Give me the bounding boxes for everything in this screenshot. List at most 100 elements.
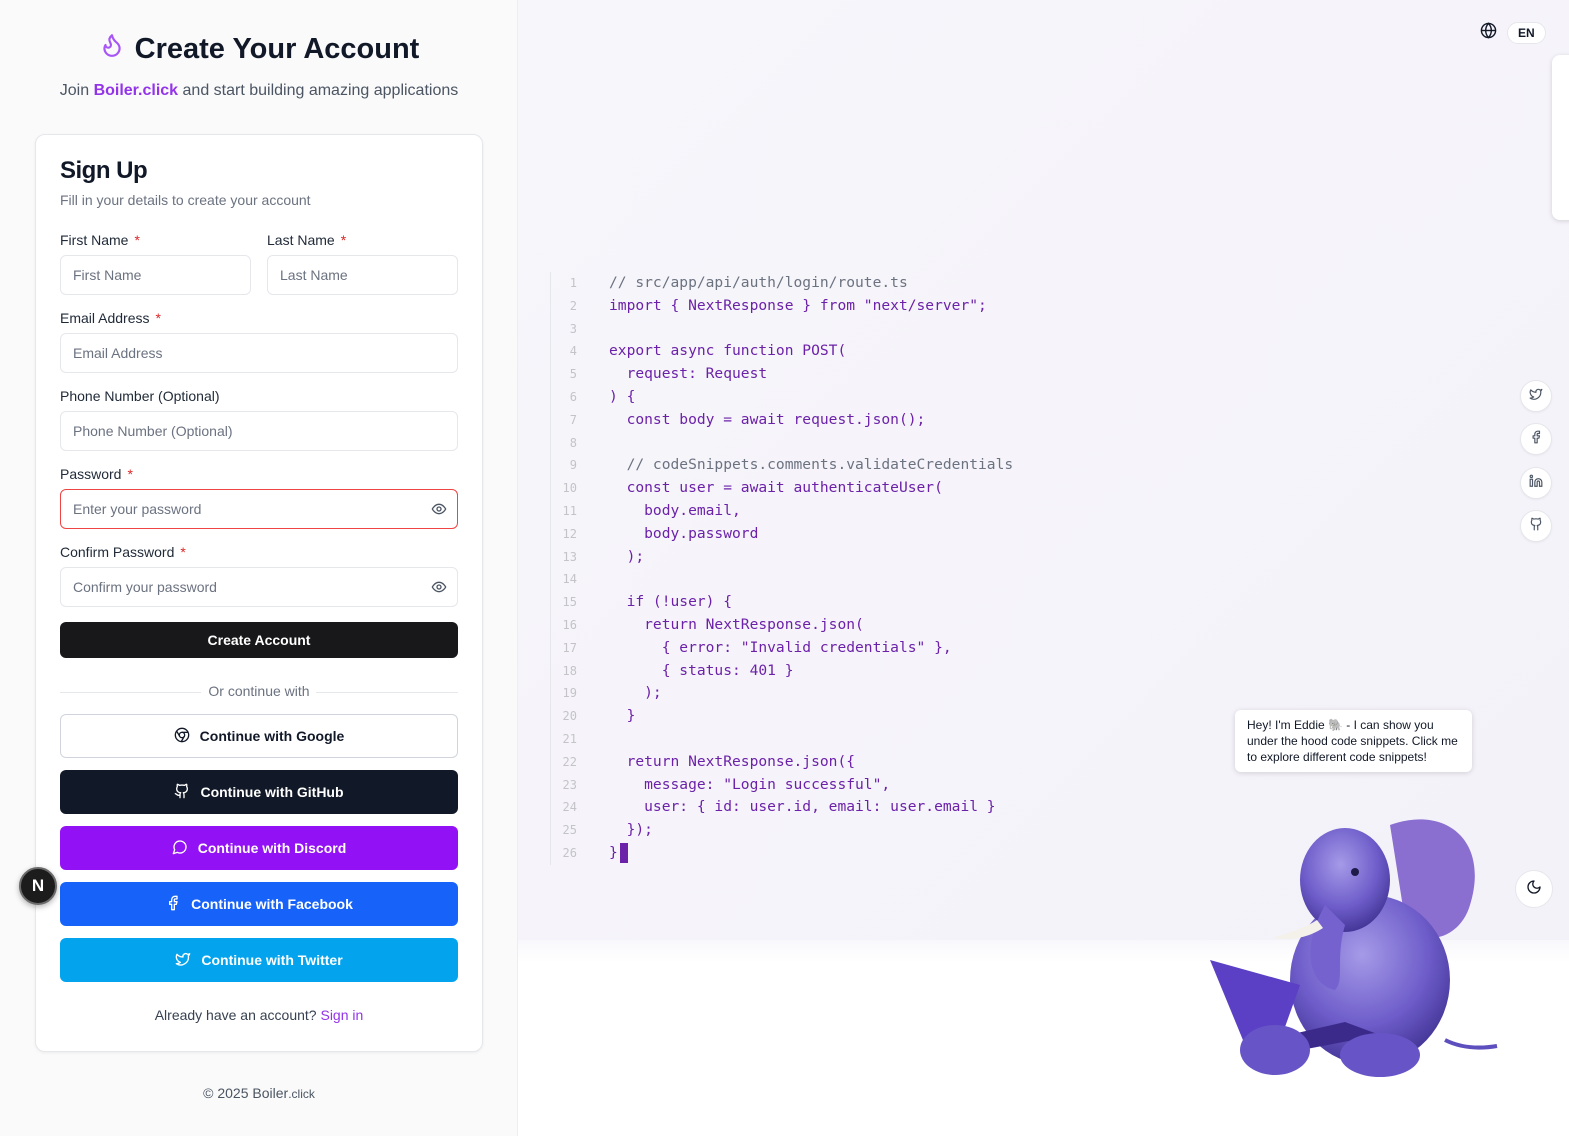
card-title: Sign Up — [60, 157, 148, 184]
github-link-button[interactable] — [1520, 510, 1552, 542]
globe-icon[interactable] — [1480, 22, 1497, 44]
code-text: body.password — [609, 524, 759, 542]
flame-icon — [99, 30, 125, 68]
code-text: } — [609, 843, 618, 861]
line-number: 8 — [569, 435, 577, 450]
code-text: // codeSnippets.comments.validateCredent… — [609, 456, 1014, 474]
language-button[interactable]: EN — [1507, 22, 1546, 44]
code-line: 6) { — [551, 386, 1013, 409]
line-number: 13 — [562, 549, 577, 564]
code-line: 21 — [551, 728, 1013, 751]
line-number: 19 — [562, 686, 577, 701]
card-description: Fill in your details to create your acco… — [60, 192, 311, 208]
code-text: user: { id: user.id, email: user.email } — [609, 798, 996, 816]
signin-prompt: Already have an account? Sign in — [36, 1007, 482, 1023]
page-title: Create Your Account — [0, 30, 518, 68]
code-text: ); — [609, 684, 662, 702]
linkedin-share-button[interactable] — [1520, 467, 1552, 499]
code-line: 16 return NextResponse.json( — [551, 614, 1013, 637]
code-line: 4 export async function POST( — [551, 340, 1013, 363]
code-line: 23 message: "Login successful", — [551, 774, 1013, 797]
code-text: if (!user) { — [609, 593, 733, 611]
twitter-share-button[interactable] — [1520, 380, 1552, 412]
line-number: 2 — [569, 298, 577, 313]
elephant-mascot[interactable] — [1205, 810, 1505, 1085]
facebook-label: Continue with Facebook — [191, 896, 353, 912]
last-name-label: Last Name * — [267, 232, 347, 248]
password-label: Password * — [60, 466, 133, 482]
code-text: { status: 401 } — [609, 661, 794, 679]
password-field[interactable] — [60, 489, 458, 529]
subtitle-suffix: and start building amazing applications — [182, 82, 459, 99]
first-name-label: First Name * — [60, 232, 140, 248]
code-line: 26} — [551, 842, 1013, 865]
hero: Create Your Account Join Boiler.click an… — [0, 30, 518, 100]
code-line: 14 — [551, 568, 1013, 591]
required-mark: * — [340, 232, 347, 248]
code-line: 17 { error: "Invalid credentials" }, — [551, 637, 1013, 660]
google-label: Continue with Google — [199, 728, 345, 744]
email-field[interactable] — [60, 333, 458, 373]
line-number: 17 — [562, 640, 577, 655]
line-number: 16 — [562, 617, 577, 632]
line-number: 7 — [569, 412, 577, 427]
last-name-field[interactable] — [267, 255, 458, 295]
moon-icon — [1526, 879, 1542, 900]
code-line: 7 const body = await request.json(); — [551, 409, 1013, 432]
confirm-password-field[interactable] — [60, 567, 458, 607]
twitter-label: Continue with Twitter — [201, 952, 343, 968]
code-text: ) { — [609, 387, 636, 405]
line-number: 15 — [562, 595, 577, 610]
facebook-share-button[interactable] — [1520, 423, 1552, 455]
signup-card: Sign Up Fill in your details to create y… — [35, 134, 483, 1052]
code-text: message: "Login successful", — [609, 775, 891, 793]
subtitle-prefix: Join — [59, 82, 90, 99]
facebook-icon — [165, 895, 181, 914]
twitter-signin-button[interactable]: Continue with Twitter — [60, 938, 458, 982]
eye-icon[interactable] — [431, 501, 447, 517]
signin-link[interactable]: Sign in — [320, 1007, 363, 1023]
github-signin-button[interactable]: Continue with GitHub — [60, 770, 458, 814]
discord-signin-button[interactable]: Continue with Discord — [60, 826, 458, 870]
confirm-password-label: Confirm Password * — [60, 544, 186, 560]
copyright-suffix: .click — [288, 1087, 315, 1101]
create-account-button[interactable]: Create Account — [60, 622, 458, 658]
chrome-icon — [174, 727, 190, 746]
code-line: 24 user: { id: user.id, email: user.emai… — [551, 796, 1013, 819]
github-label: Continue with GitHub — [200, 784, 344, 800]
line-number: 23 — [562, 777, 577, 792]
code-snippet: 1 // src/app/api/auth/login/route.ts 2 impo… — [550, 272, 1013, 865]
github-icon — [1529, 517, 1543, 536]
code-line: 10 const user = await authenticateUser( — [551, 477, 1013, 500]
required-mark: * — [180, 544, 186, 560]
page-subtitle: Join Boiler.click and start building ama… — [0, 82, 518, 100]
google-signin-button[interactable]: Continue with Google — [60, 714, 458, 758]
facebook-signin-button[interactable]: Continue with Facebook — [60, 882, 458, 926]
code-text: ); — [609, 547, 645, 565]
side-menu-panel[interactable] — [1552, 55, 1569, 220]
code-line: 12 body.password — [551, 523, 1013, 546]
line-number: 4 — [569, 344, 577, 359]
code-text: const user = await authenticateUser( — [609, 479, 943, 497]
code-line: 22 return NextResponse.json({ — [551, 751, 1013, 774]
linkedin-icon — [1529, 474, 1543, 493]
text-cursor — [619, 842, 628, 863]
mascot-speech-bubble[interactable]: Hey! I'm Eddie 🐘 - I can show you under … — [1235, 710, 1472, 772]
page-title-text: Create Your Account — [134, 32, 420, 65]
eye-icon[interactable] — [431, 579, 447, 595]
first-name-field[interactable] — [60, 255, 251, 295]
code-line: 2 import { NextResponse } from "next/serv… — [551, 295, 1013, 318]
code-text: import { NextResponse } from "next/serve… — [609, 296, 987, 314]
code-text: export async function POST( — [609, 342, 847, 360]
divider-text: Or continue with — [208, 683, 310, 699]
code-line: 8 — [551, 432, 1013, 455]
line-number: 20 — [562, 709, 577, 724]
phone-field[interactable] — [60, 411, 458, 451]
required-mark: * — [134, 232, 140, 248]
theme-toggle-button[interactable] — [1515, 870, 1553, 908]
line-number: 11 — [562, 503, 577, 518]
code-line: 9 // codeSnippets.comments.validateCrede… — [551, 454, 1013, 477]
nextjs-dev-badge[interactable]: N — [19, 867, 57, 905]
language-switcher[interactable]: EN — [1480, 22, 1546, 44]
twitter-icon — [175, 951, 191, 970]
